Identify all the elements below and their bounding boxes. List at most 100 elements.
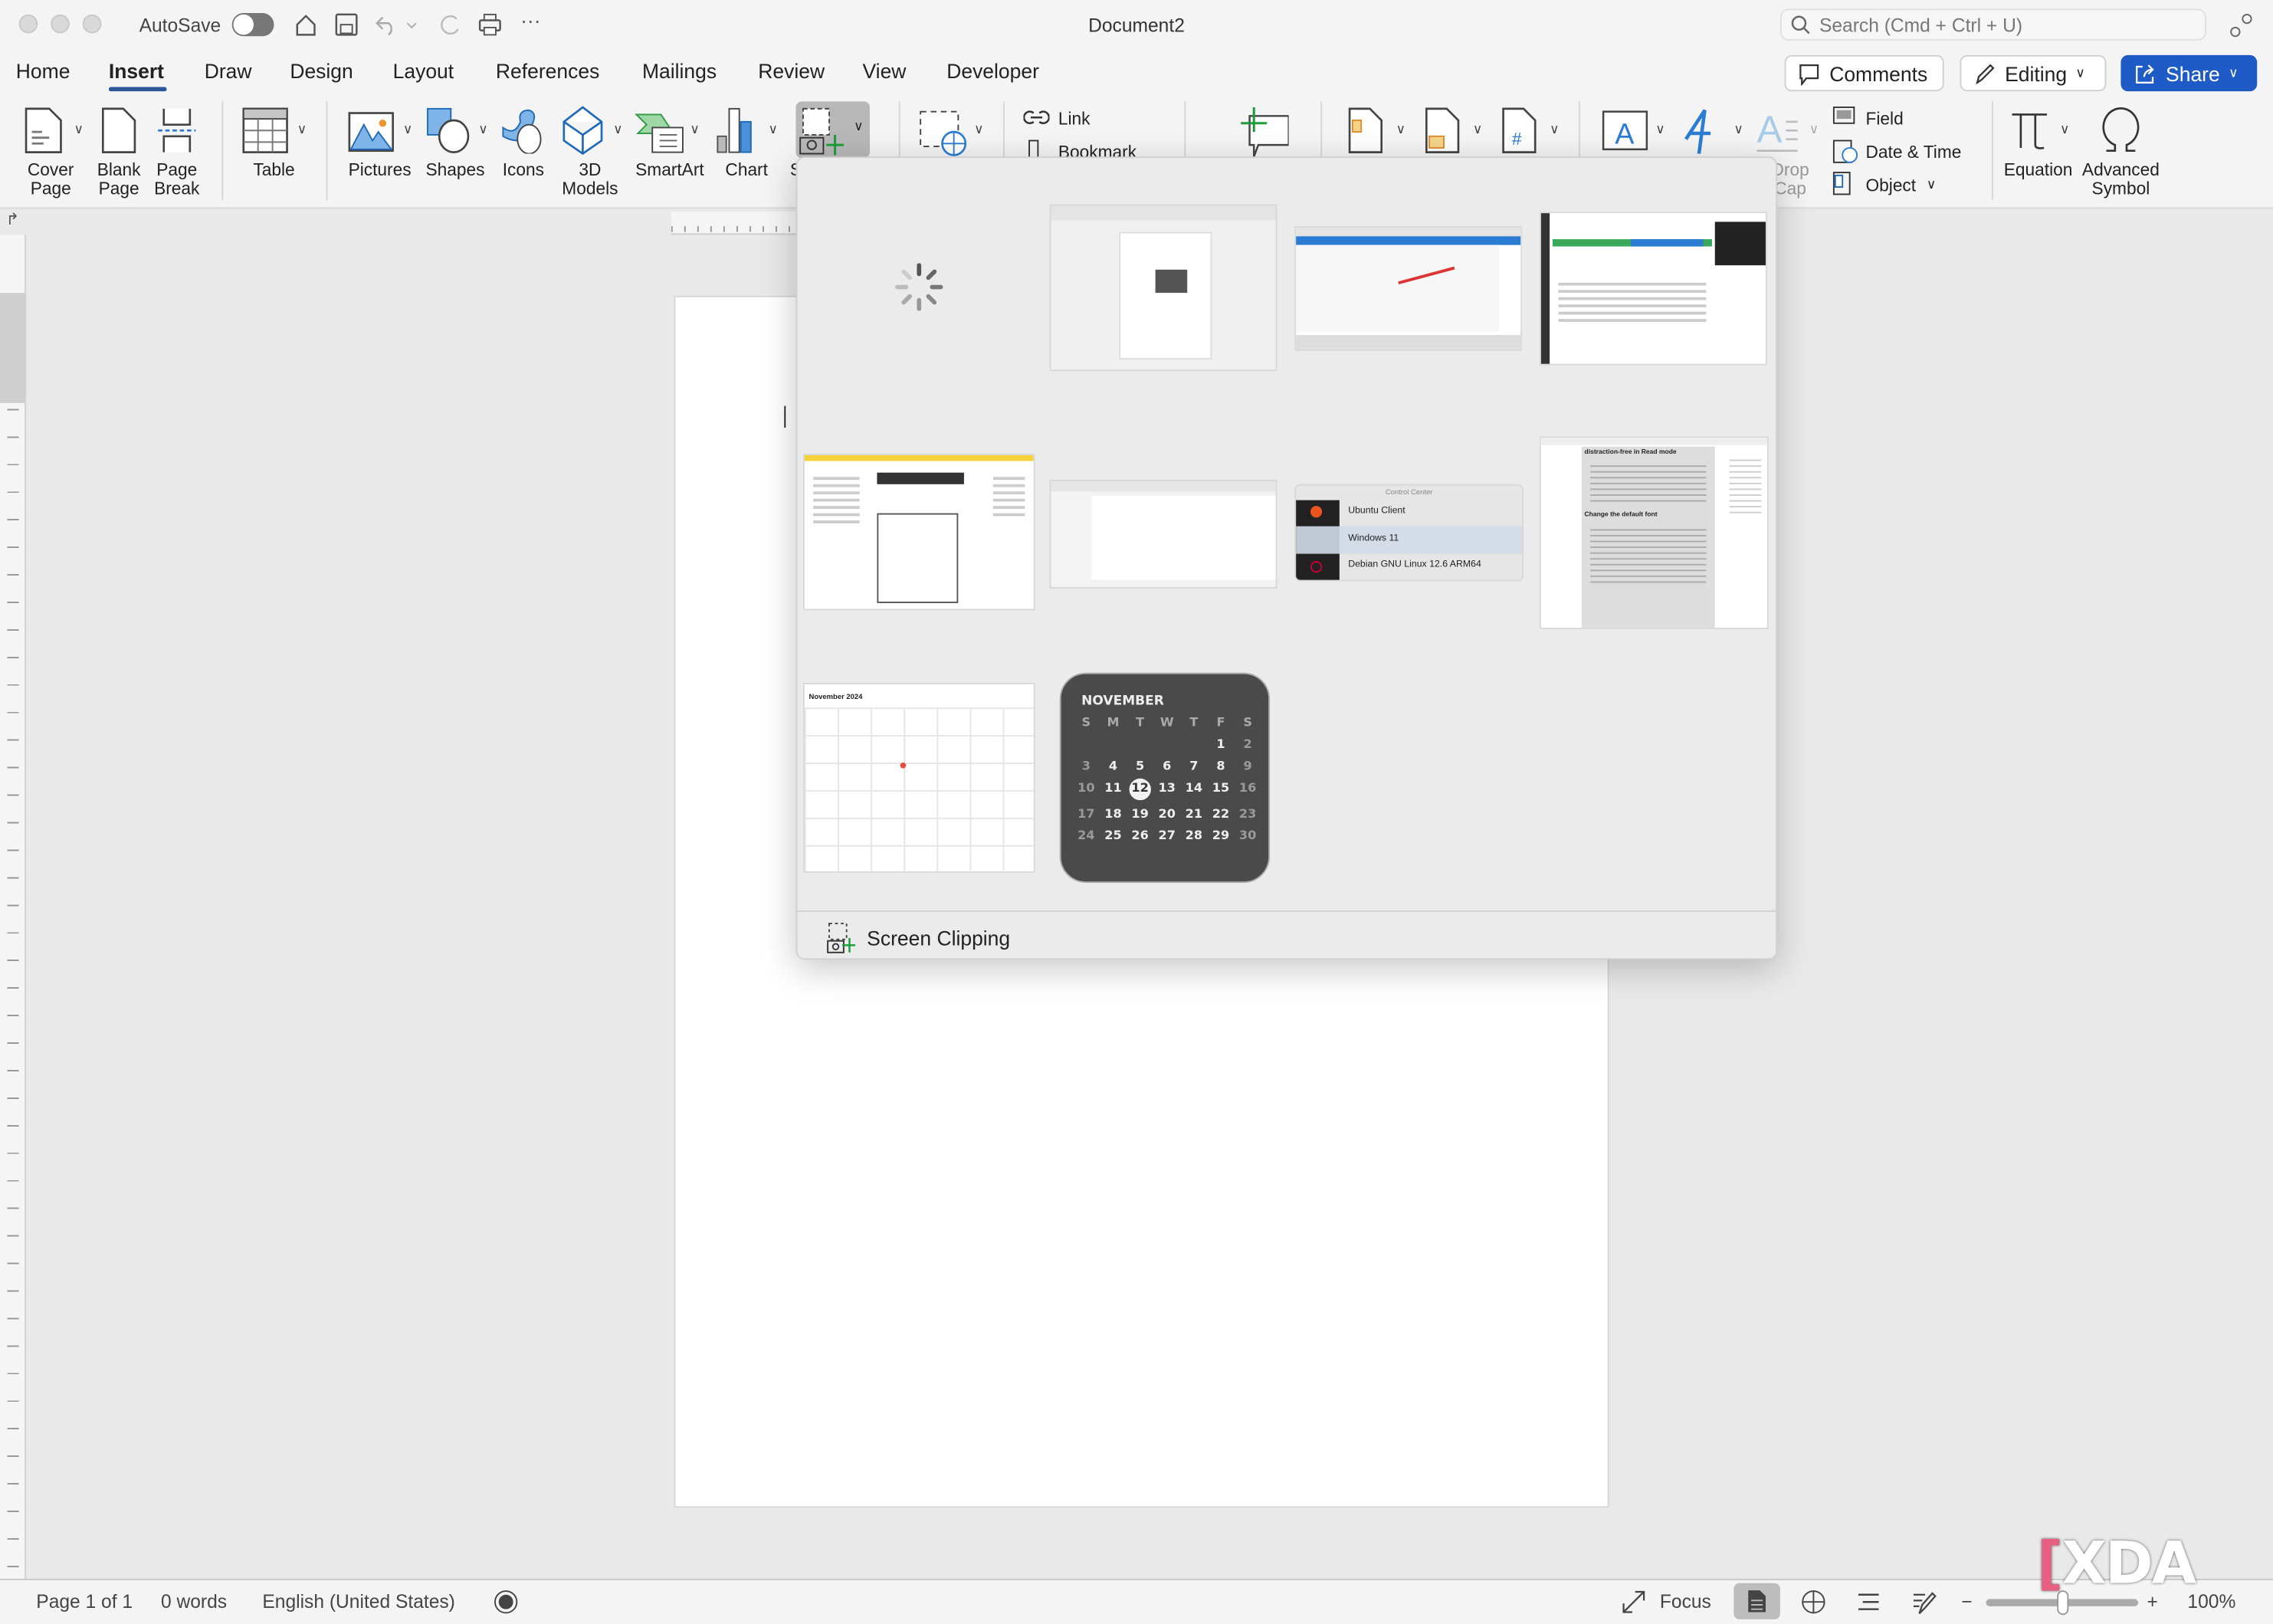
- drop-cap-icon[interactable]: A: [1754, 107, 1806, 156]
- accessibility-icon[interactable]: [493, 1589, 519, 1615]
- chart-button[interactable]: Chart: [719, 160, 774, 180]
- tab-stop-selector[interactable]: ↱: [6, 210, 19, 229]
- header-icon[interactable]: [1348, 107, 1383, 154]
- chevron-down-icon[interactable]: ∨: [1927, 177, 1936, 193]
- chevron-down-icon[interactable]: ∨: [690, 122, 699, 138]
- page-break-icon[interactable]: [156, 107, 197, 154]
- vertical-ruler[interactable]: [0, 235, 27, 1580]
- advanced-symbol-button[interactable]: Advanced Symbol: [2080, 160, 2161, 198]
- smartart-icon[interactable]: [635, 113, 684, 154]
- screenshot-menu: Control Center Ubuntu Client Windows 11 …: [795, 156, 1778, 960]
- equation-icon[interactable]: [2009, 110, 2053, 151]
- 3d-models-button[interactable]: 3D Models: [556, 160, 623, 198]
- link-icon[interactable]: [1023, 107, 1050, 127]
- date-time-button[interactable]: Date & Time: [1865, 142, 1961, 162]
- chevron-down-icon[interactable]: ∨: [1550, 122, 1559, 138]
- equation-button[interactable]: Equation: [2000, 160, 2075, 180]
- chevron-down-icon[interactable]: ∨: [769, 122, 778, 138]
- tab-review[interactable]: Review: [758, 60, 825, 83]
- shapes-icon[interactable]: [426, 107, 473, 154]
- blank-page-icon[interactable]: [101, 107, 136, 154]
- object-icon[interactable]: [1832, 171, 1852, 197]
- field-button[interactable]: Field: [1865, 109, 1903, 129]
- focus-button[interactable]: Focus: [1660, 1590, 1711, 1612]
- share-people-icon[interactable]: [2228, 11, 2254, 41]
- print-layout-button[interactable]: [1733, 1583, 1780, 1619]
- tab-design[interactable]: Design: [290, 60, 353, 83]
- window-thumbnail[interactable]: [802, 454, 1035, 611]
- chevron-down-icon: ∨: [2229, 65, 2239, 80]
- omega-symbol-icon[interactable]: [2098, 107, 2144, 154]
- tab-mailings[interactable]: Mailings: [642, 60, 717, 83]
- control-center-thumbnail[interactable]: Control Center Ubuntu Client Windows 11 …: [1294, 484, 1524, 582]
- smartart-button[interactable]: SmartArt: [629, 160, 710, 180]
- shapes-button[interactable]: Shapes: [423, 160, 487, 180]
- tab-home[interactable]: Home: [16, 60, 71, 83]
- outline-view-icon[interactable]: [1855, 1589, 1881, 1615]
- chart-icon[interactable]: [716, 107, 759, 154]
- page-count[interactable]: Page 1 of 1: [36, 1590, 133, 1612]
- object-button[interactable]: Object: [1865, 176, 1916, 195]
- icons-button[interactable]: Icons: [496, 160, 551, 180]
- wordart-icon[interactable]: [1681, 107, 1725, 156]
- page-number-icon[interactable]: #: [1502, 107, 1537, 154]
- editing-mode-button[interactable]: Editing ∨: [1960, 54, 2107, 92]
- pictures-icon[interactable]: [348, 112, 395, 153]
- language-indicator[interactable]: English (United States): [262, 1590, 454, 1612]
- chevron-down-icon[interactable]: ∨: [478, 122, 487, 138]
- word-count[interactable]: 0 words: [161, 1590, 227, 1612]
- new-comment-icon[interactable]: [1239, 107, 1289, 159]
- window-thumbnail[interactable]: [1049, 480, 1278, 589]
- page-break-button[interactable]: Page Break: [148, 160, 206, 198]
- chevron-down-icon[interactable]: ∨: [1733, 122, 1743, 138]
- tab-draw[interactable]: Draw: [205, 60, 252, 83]
- footer-icon[interactable]: [1425, 107, 1460, 154]
- chevron-down-icon[interactable]: ∨: [1396, 122, 1405, 138]
- window-thumbnail[interactable]: [1539, 212, 1767, 366]
- comments-button[interactable]: Comments: [1784, 54, 1944, 92]
- focus-icon[interactable]: [1621, 1589, 1647, 1615]
- chevron-down-icon[interactable]: ∨: [74, 122, 83, 138]
- pictures-button[interactable]: Pictures: [342, 160, 417, 180]
- tab-view[interactable]: View: [863, 60, 907, 83]
- screen-clipping-button[interactable]: Screen Clipping: [826, 922, 1010, 954]
- chevron-down-icon[interactable]: ∨: [1809, 122, 1819, 138]
- chevron-down-icon[interactable]: ∨: [403, 122, 412, 138]
- link-button[interactable]: Link: [1058, 109, 1091, 129]
- zoom-out-button[interactable]: −: [1961, 1590, 1972, 1612]
- text-box-icon[interactable]: A: [1600, 109, 1649, 153]
- search-input[interactable]: Search (Cmd + Ctrl + U): [1779, 8, 2207, 41]
- chevron-down-icon[interactable]: ∨: [1655, 122, 1665, 138]
- 3d-models-icon[interactable]: [561, 106, 605, 156]
- draft-view-icon[interactable]: [1911, 1589, 1937, 1615]
- cover-page-button[interactable]: Cover Page: [20, 160, 80, 198]
- window-thumbnail[interactable]: [1294, 226, 1523, 351]
- cover-page-icon[interactable]: [25, 107, 62, 154]
- icons-icon[interactable]: [500, 107, 547, 154]
- online-video-icon[interactable]: [919, 109, 971, 158]
- field-icon[interactable]: [1832, 106, 1855, 126]
- document-thumbnail[interactable]: distraction-free in Read mode Change the…: [1539, 436, 1769, 629]
- chevron-down-icon[interactable]: ∨: [2060, 122, 2069, 138]
- table-icon[interactable]: [242, 107, 289, 154]
- chevron-down-icon[interactable]: ∨: [613, 122, 622, 138]
- calendar-day: 14: [1185, 781, 1203, 796]
- screenshot-button[interactable]: ∨: [795, 101, 870, 159]
- window-thumbnail[interactable]: [1049, 204, 1278, 372]
- web-layout-icon[interactable]: [1800, 1589, 1826, 1615]
- date-time-icon[interactable]: [1832, 138, 1858, 164]
- table-button[interactable]: Table: [247, 160, 302, 180]
- horizontal-ruler[interactable]: [671, 212, 802, 235]
- chevron-down-icon[interactable]: ∨: [297, 122, 307, 138]
- share-button[interactable]: Share ∨: [2120, 54, 2258, 92]
- tab-insert[interactable]: Insert: [109, 60, 164, 83]
- blank-page-button[interactable]: Blank Page: [90, 160, 148, 198]
- tab-layout[interactable]: Layout: [393, 60, 454, 83]
- zoom-slider[interactable]: [1986, 1590, 2139, 1616]
- chevron-down-icon[interactable]: ∨: [1473, 122, 1482, 138]
- tab-references[interactable]: References: [496, 60, 599, 83]
- calendar-thumbnail[interactable]: November 2024: [802, 682, 1035, 873]
- calendar-widget-thumbnail[interactable]: NOVEMBER S M T W T F S 1 2 3 4 5 6 7 8 9 10 11 12 13 14 15 16 1…: [1059, 672, 1271, 883]
- tab-developer[interactable]: Developer: [946, 60, 1039, 83]
- chevron-down-icon[interactable]: ∨: [974, 122, 983, 138]
